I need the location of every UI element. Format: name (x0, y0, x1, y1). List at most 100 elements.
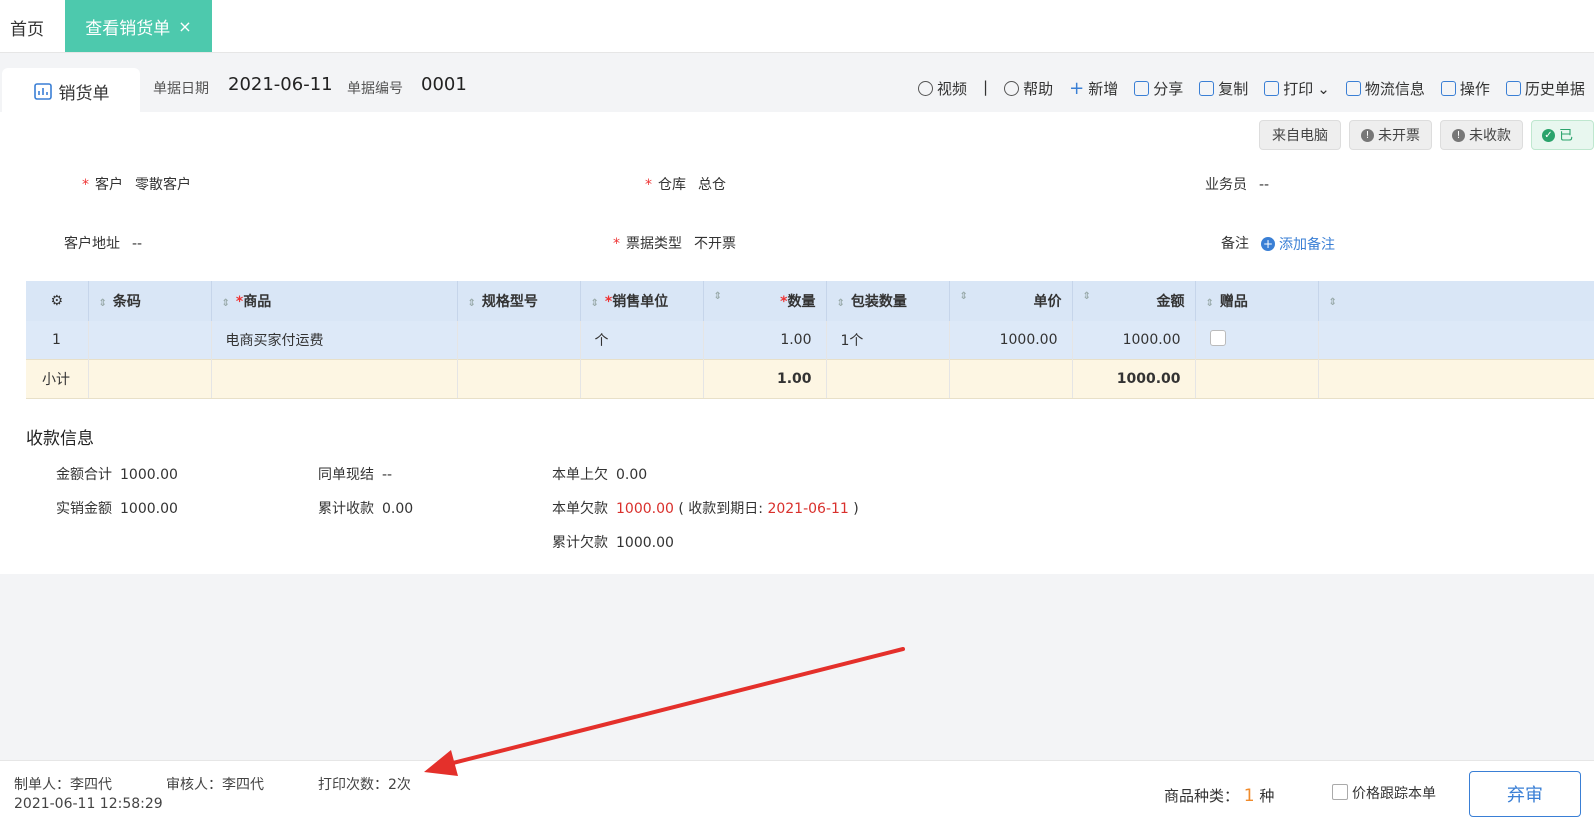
payment-section-title: 收款信息 (26, 429, 94, 449)
subtotal-empty (580, 359, 704, 399)
address-field: 客户地址 -- (64, 233, 142, 253)
required-mark: * (613, 236, 620, 252)
sort-icon[interactable]: ⇕ (960, 291, 968, 302)
table-row[interactable]: 1 电商买家付运费 个 1.00 1个 1000.00 1000.00 (26, 321, 1594, 360)
cell-gift[interactable] (1195, 321, 1319, 360)
column-settings[interactable]: ⚙ (26, 281, 89, 321)
doc-title: 销货单 (58, 83, 110, 104)
add-note-label: 添加备注 (1279, 237, 1335, 253)
chevron-down-icon[interactable]: ⌄ (1317, 80, 1330, 98)
invoice-chip-label: 未开票 (1378, 128, 1420, 144)
required-mark: * (82, 177, 89, 193)
checkbox-icon[interactable] (1332, 784, 1348, 800)
unaudit-button[interactable]: 弃审 (1469, 771, 1581, 817)
cell-spec[interactable] (457, 321, 581, 360)
col-barcode[interactable]: ⇕ 条码 (88, 281, 212, 321)
grid-icon (1440, 81, 1456, 96)
col-pack[interactable]: ⇕ 包装数量 (826, 281, 950, 321)
col-spec[interactable]: ⇕ 规格型号 (457, 281, 581, 321)
logistics-button[interactable]: 物流信息 (1345, 78, 1425, 99)
warehouse-label: 仓库 (658, 177, 686, 193)
source-chip: 来自电脑 (1259, 120, 1341, 150)
document-icon (1505, 81, 1521, 96)
add-label: 新增 (1088, 80, 1119, 98)
col-extra[interactable]: ⇕ (1318, 281, 1594, 321)
check-icon: ✓ (1542, 128, 1555, 142)
subtotal-empty (211, 359, 458, 399)
col-gift[interactable]: ⇕ 赠品 (1195, 281, 1319, 321)
receipt-status-chip: ! 未收款 (1440, 120, 1523, 150)
col-unit[interactable]: ⇕ *销售单位 (580, 281, 704, 321)
sort-icon[interactable]: ⇕ (591, 298, 599, 309)
truck-icon (1345, 81, 1361, 96)
operations-button[interactable]: 操作 (1440, 78, 1490, 99)
prev-owe-label: 本单上欠 (552, 467, 608, 483)
cell-pack[interactable]: 1个 (826, 321, 950, 360)
doc-no-label: 单据编号 (347, 81, 403, 97)
history-button[interactable]: 历史单据 (1505, 78, 1585, 99)
sort-icon[interactable]: ⇕ (714, 291, 722, 302)
salesman-field: 业务员 -- (1205, 174, 1269, 194)
footer-bar: 制单人：李四代 2021-06-11 12:58:29 审核人：李四代 打印次数… (0, 760, 1594, 832)
history-label: 历史单据 (1524, 80, 1585, 98)
doc-title-tab[interactable]: 销货单 (2, 68, 140, 114)
salesman-value: -- (1259, 177, 1270, 193)
alert-icon: ! (1361, 128, 1374, 142)
tab-home[interactable]: 首页 (10, 15, 44, 40)
col-amount[interactable]: ⇕ 金额 (1072, 281, 1196, 321)
cell-barcode[interactable] (88, 321, 212, 360)
cell-price[interactable]: 1000.00 (949, 321, 1073, 360)
sort-icon[interactable]: ⇕ (222, 298, 230, 309)
tab-view-sales-order[interactable]: 查看销货单 × (65, 0, 212, 52)
cell-qty[interactable]: 1.00 (703, 321, 827, 360)
subtotal-amount: 1000.00 (1072, 359, 1196, 399)
cell-amount[interactable]: 1000.00 (1072, 321, 1196, 360)
print-button[interactable]: 打印 ⌄ (1264, 78, 1330, 99)
due-suffix: ) (853, 501, 859, 517)
copy-button[interactable]: 复制 (1199, 78, 1248, 99)
total-amount: 金额合计 1000.00 (56, 464, 178, 484)
cell-product[interactable]: 电商买家付运费 (211, 321, 458, 360)
sort-icon[interactable]: ⇕ (99, 298, 107, 309)
top-tab-bar: 首页 查看销货单 × (0, 0, 1594, 53)
col-product[interactable]: ⇕ *商品 (211, 281, 458, 321)
gear-icon[interactable]: ⚙ (50, 293, 63, 309)
price-track-checkbox[interactable]: 价格跟踪本单 (1332, 783, 1436, 803)
main-panel: 来自电脑 ! 未开票 ! 未收款 ✓ 已 * 客户 零散客户 * 仓库 总仓 业务员 -- 客户… (0, 112, 1594, 574)
cash-value: -- (382, 467, 393, 483)
product-kinds: 商品种类： 1 种 (1164, 785, 1274, 806)
col-barcode-label: 条码 (112, 294, 141, 310)
sort-icon[interactable]: ⇕ (468, 298, 476, 309)
total-label: 金额合计 (56, 467, 112, 483)
close-icon[interactable]: × (178, 17, 191, 36)
cumulative-received: 累计收款 0.00 (318, 498, 413, 518)
subtotal-empty (1318, 359, 1594, 399)
created-time: 2021-06-11 12:58:29 (14, 796, 163, 812)
cell-unit[interactable]: 个 (580, 321, 704, 360)
add-note-button[interactable]: + 添加备注 (1261, 234, 1335, 254)
col-qty[interactable]: ⇕ *数量 (703, 281, 827, 321)
actual-amount: 实销金额 1000.00 (56, 498, 178, 518)
help-button[interactable]: 帮助 (1004, 78, 1053, 99)
sort-icon[interactable]: ⇕ (1083, 291, 1091, 302)
subtotal-empty (949, 359, 1073, 399)
col-price[interactable]: ⇕ 单价 (949, 281, 1073, 321)
sort-icon[interactable]: ⇕ (1206, 298, 1214, 309)
col-product-label: 商品 (243, 294, 272, 310)
cum-owe-label: 累计欠款 (552, 535, 608, 551)
warehouse-field: * 仓库 总仓 (645, 174, 726, 194)
sort-icon[interactable]: ⇕ (1329, 297, 1337, 308)
bill-type-value: 不开票 (694, 236, 736, 252)
col-qty-label: 数量 (787, 294, 816, 310)
kinds-value: 1 (1243, 786, 1255, 806)
video-button[interactable]: 视频 (918, 78, 967, 99)
bill-type-label: 票据类型 (626, 236, 682, 252)
share-button[interactable]: 分享 (1134, 78, 1183, 99)
print-count: 打印次数：2次 (318, 777, 411, 793)
logistics-label: 物流信息 (1364, 80, 1425, 98)
date-value: 2021-06-11 (228, 74, 333, 95)
sort-icon[interactable]: ⇕ (837, 298, 845, 309)
customer-field: * 客户 零散客户 (82, 174, 191, 194)
add-button[interactable]: + 新增 (1069, 78, 1118, 99)
gift-checkbox[interactable] (1209, 330, 1226, 346)
